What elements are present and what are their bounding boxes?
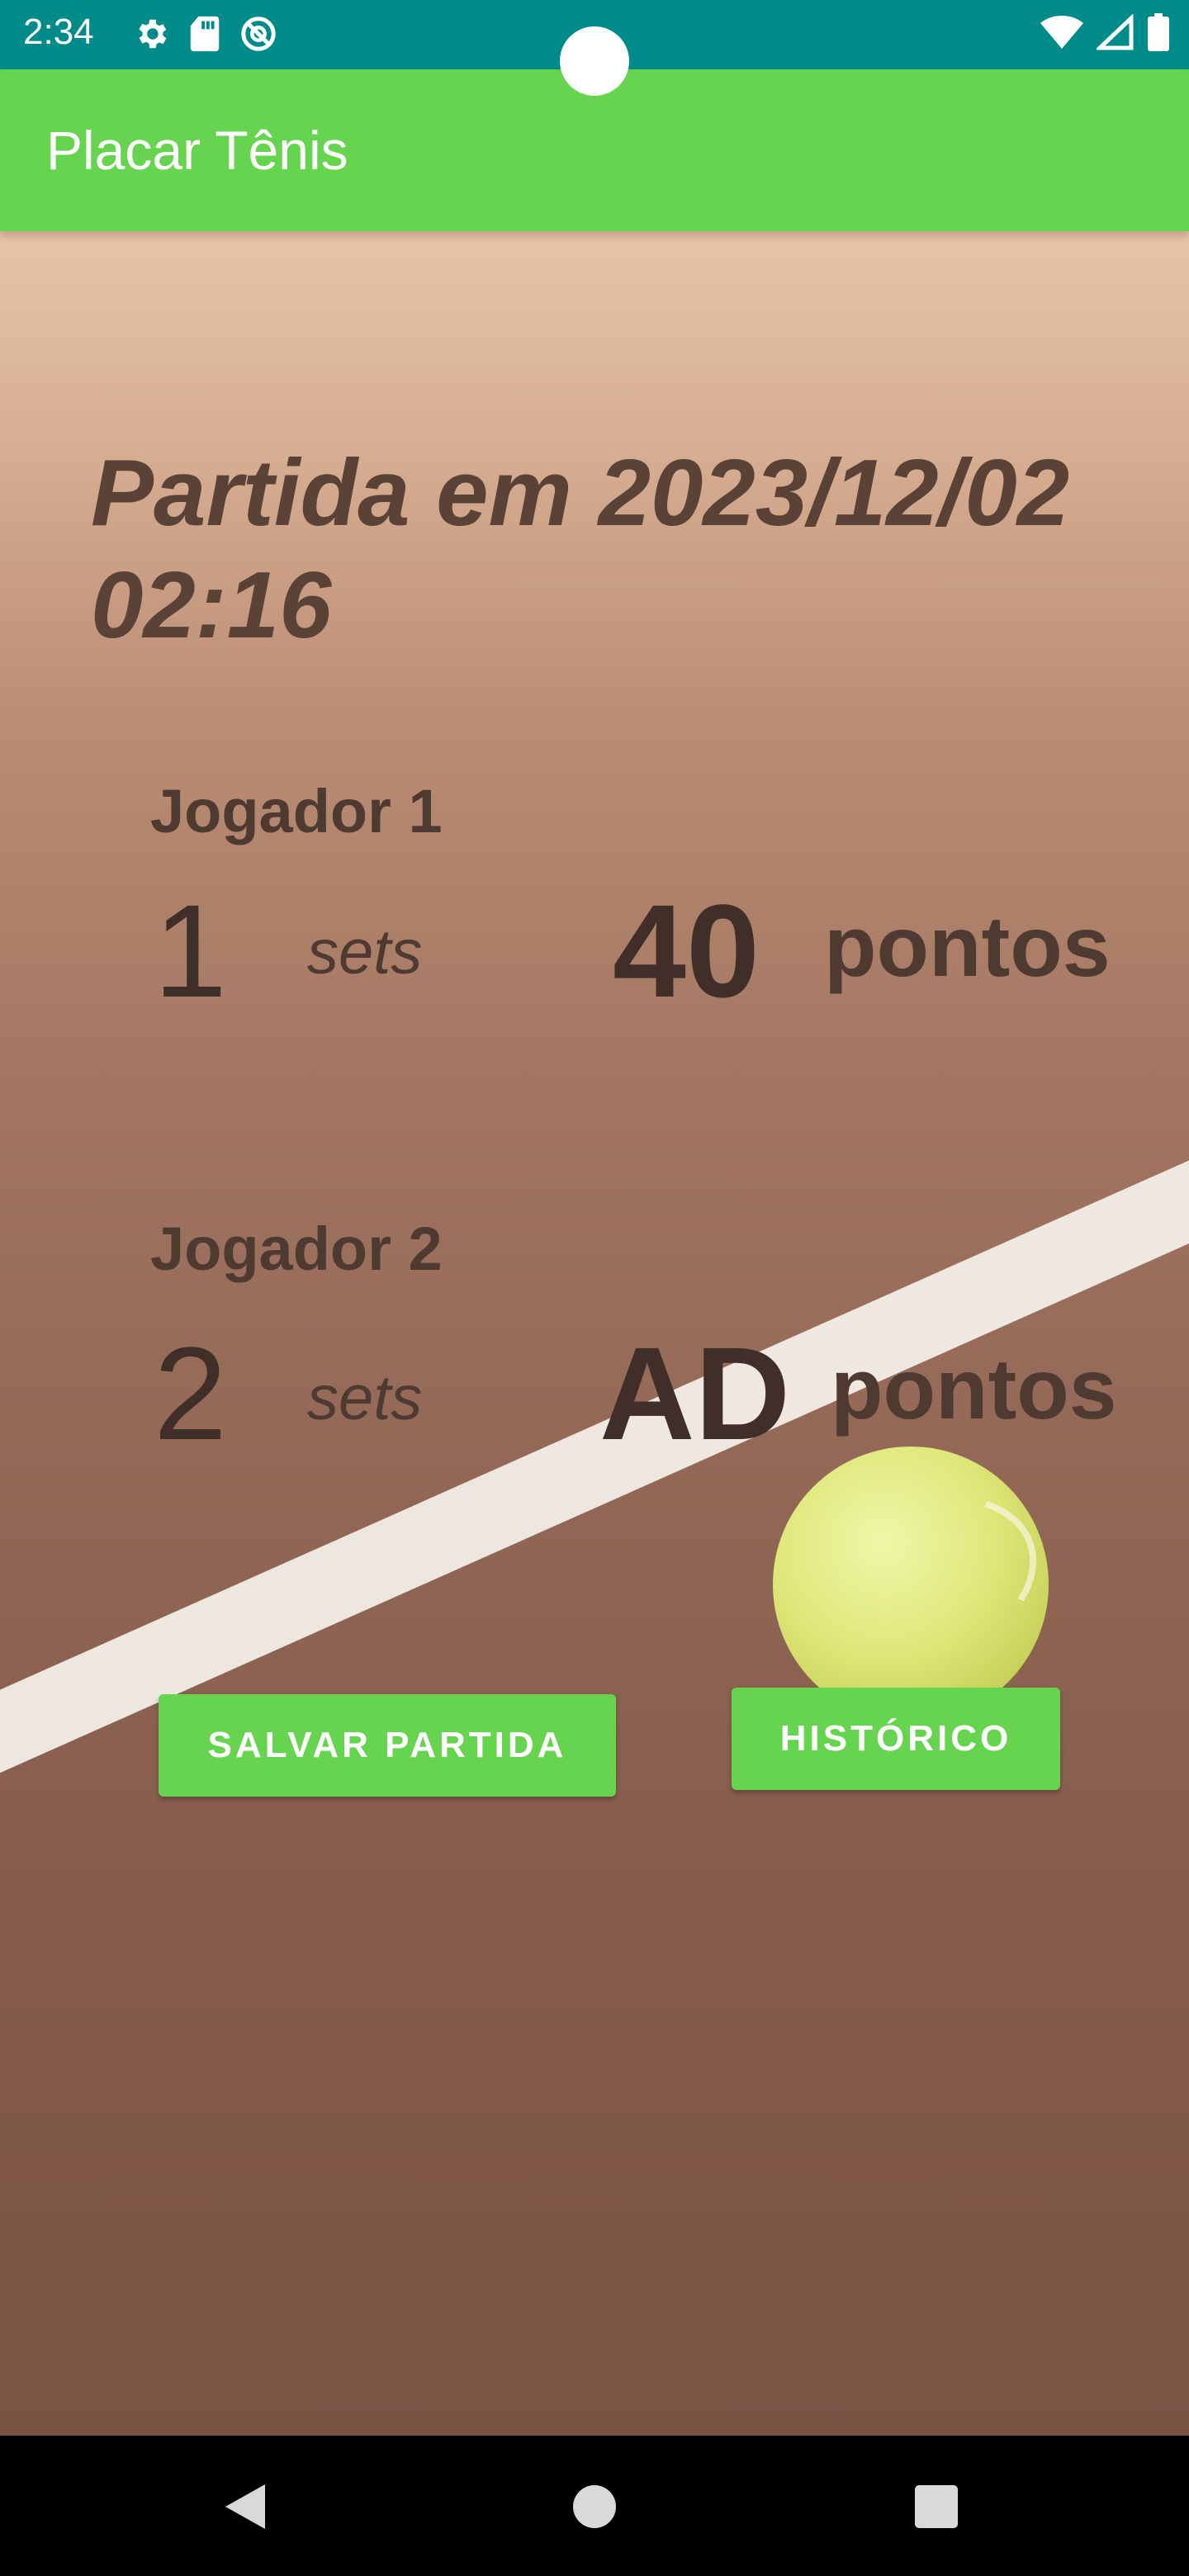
recent-apps-icon[interactable] bbox=[915, 2485, 958, 2528]
save-match-button[interactable]: SALVAR PARTIDA bbox=[159, 1694, 616, 1797]
navigation-bar bbox=[0, 2436, 1189, 2576]
player2-name: Jogador 2 bbox=[150, 1215, 443, 1283]
player1-name: Jogador 1 bbox=[150, 777, 443, 845]
camera-cutout bbox=[560, 26, 629, 96]
home-icon[interactable] bbox=[573, 2485, 616, 2528]
app-title: Placar Tênis bbox=[46, 120, 348, 181]
history-button[interactable]: HISTÓRICO bbox=[732, 1688, 1060, 1790]
status-time: 2:34 bbox=[23, 12, 94, 52]
gear-icon bbox=[132, 15, 170, 53]
status-right-icons bbox=[1040, 13, 1169, 51]
player1-points-value[interactable]: 40 bbox=[613, 875, 760, 1027]
battery-icon bbox=[1148, 13, 1169, 51]
no-disturb-icon bbox=[239, 15, 277, 53]
player2-sets-value[interactable]: 2 bbox=[154, 1318, 227, 1470]
status-left-icons bbox=[132, 15, 277, 53]
player1-points-label: pontos bbox=[824, 899, 1111, 995]
player2-points-label: pontos bbox=[831, 1342, 1117, 1437]
signal-icon bbox=[1097, 14, 1135, 50]
player1-sets-label: sets bbox=[307, 917, 423, 987]
player2-sets-label: sets bbox=[307, 1363, 423, 1433]
player2-points-value[interactable]: AD bbox=[599, 1318, 790, 1470]
sd-card-icon bbox=[188, 15, 221, 53]
main-content: Partida em 2023/12/02 02:16 Jogador 1 1 … bbox=[0, 231, 1189, 2436]
player1-sets-value[interactable]: 1 bbox=[154, 875, 227, 1027]
match-title: Partida em 2023/12/02 02:16 bbox=[91, 441, 1070, 658]
back-icon[interactable] bbox=[223, 2482, 268, 2536]
wifi-icon bbox=[1040, 14, 1083, 50]
